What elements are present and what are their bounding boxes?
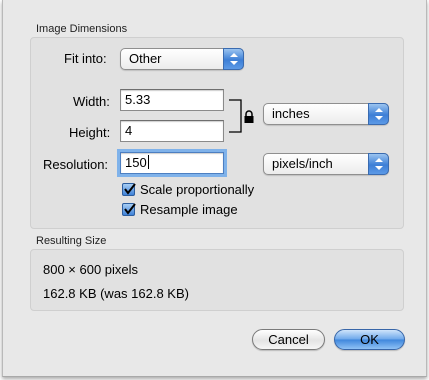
checkmark-icon xyxy=(124,203,136,215)
resolution-field[interactable]: 150 xyxy=(120,152,224,174)
text-caret xyxy=(147,155,149,169)
width-field[interactable]: 5.33 xyxy=(120,89,224,111)
ok-button[interactable]: OK xyxy=(334,329,405,350)
scale-proportionally-checkbox[interactable] xyxy=(122,183,136,196)
fit-into-value: Other xyxy=(129,51,162,66)
height-label: Height: xyxy=(69,125,111,140)
lock-icon[interactable] xyxy=(243,110,255,124)
resolution-unit-value: pixels/inch xyxy=(272,156,333,171)
image-dimensions-title: Image Dimensions xyxy=(36,23,128,35)
units-value: inches xyxy=(272,106,310,121)
resample-image-label[interactable]: Resample image xyxy=(140,202,238,217)
popup-arrows-icon xyxy=(223,48,244,70)
cancel-button[interactable]: Cancel xyxy=(252,329,325,350)
resulting-pixels: 800 × 600 pixels xyxy=(43,262,139,277)
units-popup[interactable]: inches xyxy=(263,103,389,125)
fit-into-label: Fit into: xyxy=(64,51,107,66)
resulting-file-size: 162.8 KB (was 162.8 KB) xyxy=(43,286,189,301)
width-label: Width: xyxy=(73,94,110,109)
popup-arrows-icon xyxy=(368,153,389,175)
scale-proportionally-label[interactable]: Scale proportionally xyxy=(140,182,254,197)
resulting-size-title: Resulting Size xyxy=(36,235,107,247)
checkmark-icon xyxy=(124,183,136,195)
resolution-unit-popup[interactable]: pixels/inch xyxy=(263,153,389,175)
image-dimensions-sheet: Image Dimensions Fit into: Other Width: … xyxy=(2,0,427,377)
resulting-size-group xyxy=(30,249,404,311)
fit-into-popup[interactable]: Other xyxy=(120,48,244,70)
popup-arrows-icon xyxy=(368,103,389,125)
resolution-value: 150 xyxy=(125,155,147,170)
resample-image-checkbox[interactable] xyxy=(122,203,136,216)
height-field[interactable]: 4 xyxy=(120,120,224,142)
resolution-label: Resolution: xyxy=(43,157,109,172)
